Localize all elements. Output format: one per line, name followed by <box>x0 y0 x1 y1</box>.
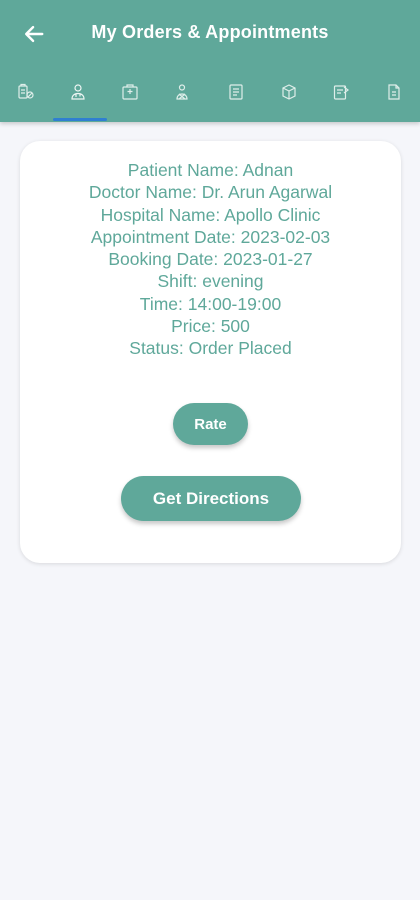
hospital-name: Hospital Name: Apollo Clinic <box>100 204 321 225</box>
package-icon <box>282 84 296 100</box>
booking-date: Booking Date: 2023-01-27 <box>108 249 313 270</box>
tab-doctor[interactable] <box>52 66 104 122</box>
doctor-icon <box>71 84 85 100</box>
tab-reports[interactable] <box>368 66 420 122</box>
status: Status: Order Placed <box>129 338 292 359</box>
hospital-icon <box>122 84 138 100</box>
arrow-left-icon <box>25 25 44 43</box>
report-icon <box>388 84 400 100</box>
tab-hospital[interactable] <box>104 66 156 122</box>
price: Price: 500 <box>171 316 250 337</box>
time: Time: 14:00-19:00 <box>139 293 282 314</box>
tab-lab[interactable] <box>156 66 208 122</box>
tab-prescriptions[interactable] <box>315 66 367 122</box>
tab-bar <box>0 66 420 122</box>
tab-packages[interactable] <box>263 66 315 122</box>
app-bar: My Orders & Appointments <box>0 0 420 122</box>
tab-medicine[interactable] <box>0 66 52 122</box>
lab-test-icon <box>176 84 188 100</box>
rate-button[interactable]: Rate <box>173 403 248 445</box>
back-button[interactable] <box>18 18 50 50</box>
get-directions-button[interactable]: Get Directions <box>121 476 301 521</box>
patient-name: Patient Name: Adnan <box>127 160 294 180</box>
page-title: My Orders & Appointments <box>91 22 329 42</box>
doctor-name: Doctor Name: Dr. Arun Agarwal <box>88 182 333 203</box>
appointment-details: Patient Name: Adnan Doctor Name: Dr. Aru… <box>20 159 401 360</box>
shift: Shift: evening <box>157 271 264 292</box>
tab-indicator <box>53 118 107 121</box>
prescription-icon <box>333 85 349 100</box>
tab-documents[interactable] <box>210 66 262 122</box>
medicine-icon <box>18 83 34 99</box>
appointment-date: Appointment Date: 2023-02-03 <box>90 226 331 247</box>
document-icon <box>229 84 243 100</box>
appointment-card: Patient Name: Adnan Doctor Name: Dr. Aru… <box>20 141 401 563</box>
